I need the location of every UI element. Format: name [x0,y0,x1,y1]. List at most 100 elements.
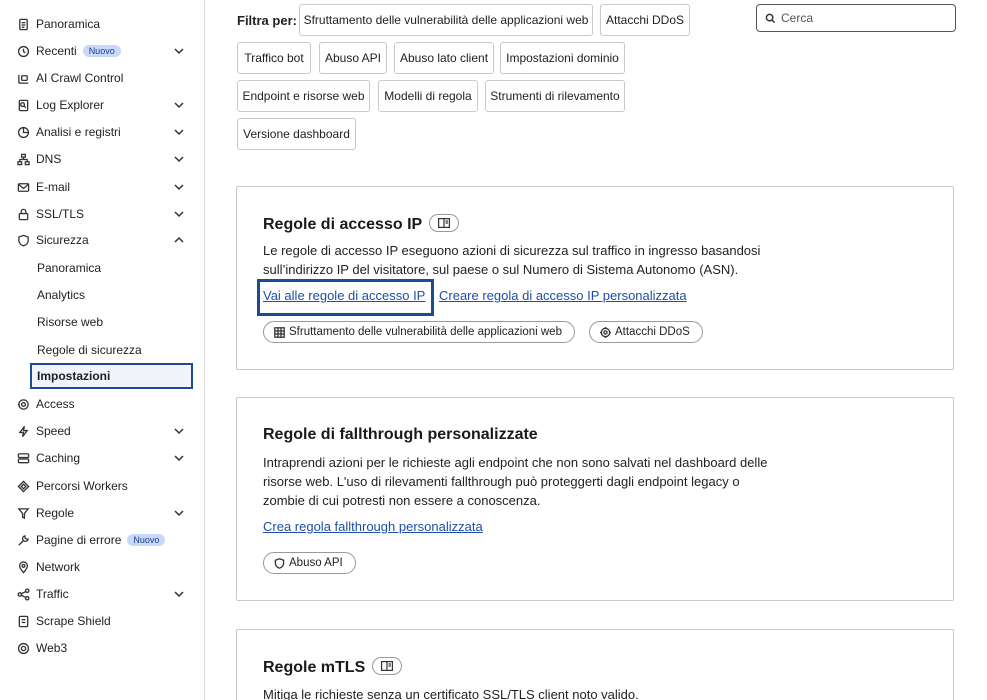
sidebar-item-pagine-di-errore[interactable]: Pagine di errore Nuovo [0,527,205,553]
sidebar-item-label: DNS [36,152,62,166]
sidebar-item-traffic[interactable]: Traffic [0,581,205,607]
workers-icon [16,479,30,493]
tag-api-abuse: Abuso API [263,552,356,574]
docs-button[interactable] [372,657,403,675]
sidebar-item-sicurezza[interactable]: Sicurezza [0,227,205,253]
sidebar-item-label: Sicurezza [36,233,89,247]
email-icon [16,180,30,194]
sidebar-item-label: AI Crawl Control [36,71,124,85]
chevron-down-icon[interactable] [173,153,185,165]
tag-web-app-exploits: Sfruttamento delle vulnerabilità delle a… [263,321,575,343]
location-icon [16,560,30,574]
chevron-down-icon[interactable] [173,208,185,220]
lock-icon [16,207,30,221]
sidebar-subitem-regole-di-sicurezza[interactable]: Regole di sicurezza [30,337,193,363]
chevron-down-icon[interactable] [173,126,185,138]
sidebar-item-access[interactable]: Access [0,391,205,417]
search-input[interactable] [781,11,951,25]
new-badge: Nuovo [82,45,121,57]
sidebar-item-scrape-shield[interactable]: Scrape Shield [0,608,205,634]
sidebar-item-percorsi-workers[interactable]: Percorsi Workers [0,473,205,499]
sidebar-item-network[interactable]: Network [0,554,205,580]
access-icon [16,397,30,411]
sidebar-item-panoramica[interactable]: Panoramica [0,11,205,37]
filter-chip-domain-settings[interactable]: Impostazioni dominio [500,42,625,74]
sidebar-item-dns[interactable]: DNS [0,146,205,172]
sidebar-item-log-explorer[interactable]: Log Explorer [0,92,205,118]
network-tree-icon [16,152,30,166]
sidebar-item-label: E-mail [36,180,71,194]
rules-icon [16,506,30,520]
sidebar-item-speed[interactable]: Speed [0,418,205,444]
chevron-down-icon[interactable] [173,507,185,519]
shield-icon [16,233,30,247]
sidebar-subitem-panoramica[interactable]: Panoramica [30,255,193,281]
sidebar-item-label: Regole [36,506,75,520]
bolt-icon [16,424,30,438]
card-mtls-rules: Regole mTLS Mitiga le richieste senza un… [236,629,954,700]
book-icon [438,218,451,228]
filter-chip-client-side-abuse[interactable]: Abuso lato client [394,42,494,74]
shield-icon [274,557,285,569]
sidebar-item-caching[interactable]: Caching [0,445,205,471]
card-description: Intraprendi azioni per le richieste agli… [263,455,768,508]
chevron-down-icon[interactable] [173,45,185,57]
sidebar-item-label: Recenti [36,44,77,58]
main-content: Filtra per: Sfruttamento delle vulnerabi… [205,0,987,700]
filter-chip-dashboard-version[interactable]: Versione dashboard [237,118,356,150]
sidebar-item-label: Access [36,397,75,411]
filter-chip-web-app-exploits[interactable]: Sfruttamento delle vulnerabilità delle a… [299,4,593,36]
chevron-down-icon[interactable] [173,425,185,437]
create-ip-access-rule-link[interactable]: Creare regola di accesso IP personalizza… [439,288,687,303]
filter-chip-rule-templates[interactable]: Modelli di regola [378,80,478,112]
sidebar-item-label: Traffic [36,587,69,601]
sidebar-item-regole[interactable]: Regole [0,500,205,526]
book-icon [381,661,394,671]
sidebar-item-label: Panoramica [36,17,101,31]
sidebar-item-recenti[interactable]: Recenti Nuovo [0,38,205,64]
sidebar-item-analisi-e-registri[interactable]: Analisi e registri [0,119,205,145]
sidebar-item-label: Log Explorer [36,98,105,112]
sidebar-item-label: Pagine di errore [36,533,122,547]
card-description: Mitiga le richieste senza un certificato… [263,687,639,700]
card-fallthrough-rules: Regole di fallthrough personalizzate Int… [236,397,954,601]
target-icon [600,326,611,338]
filter-chip-endpoints[interactable]: Endpoint e risorse web [237,80,370,112]
filter-chip-ddos[interactable]: Attacchi DDoS [600,4,690,36]
search-box[interactable] [756,4,956,32]
chart-icon [16,125,30,139]
go-to-ip-access-rules-link[interactable]: Vai alle regole di accesso IP [263,288,425,303]
chevron-down-icon[interactable] [173,588,185,600]
search-icon [765,13,776,23]
sidebar-item-label: Caching [36,451,81,465]
sidebar-item-ssl-tls[interactable]: SSL/TLS [0,201,205,227]
filter-chip-bot-traffic[interactable]: Traffico bot [237,42,311,74]
chevron-up-icon[interactable] [173,234,185,246]
docs-button[interactable] [429,214,460,232]
scrape-icon [16,614,30,628]
sidebar-subitem-impostazioni[interactable]: Impostazioni [30,363,193,389]
filter-chip-detection-tools[interactable]: Strumenti di rilevamento [485,80,625,112]
grid-icon [274,326,285,338]
traffic-icon [16,587,30,601]
sidebar: Panoramica Recenti Nuovo AI Crawl Control… [0,0,205,700]
sidebar-item-label: Scrape Shield [36,614,111,628]
database-icon [16,451,30,465]
new-badge: Nuovo [127,534,166,546]
chevron-down-icon[interactable] [173,452,185,464]
sidebar-item-ai-crawl-control[interactable]: AI Crawl Control [0,65,205,91]
sidebar-item-web3[interactable]: Web3 [0,635,205,661]
sidebar-subitem-risorse-web[interactable]: Risorse web [30,309,193,335]
web3-icon [16,641,30,655]
sidebar-item-label: Percorsi Workers [36,479,128,493]
filter-chip-api-abuse[interactable]: Abuso API [319,42,387,74]
chevron-down-icon[interactable] [173,99,185,111]
card-title: Regole di accesso IP [263,216,423,233]
log-icon [16,98,30,112]
sidebar-item-label: SSL/TLS [36,207,85,221]
create-fallthrough-rule-link[interactable]: Crea regola fallthrough personalizzata [263,519,483,534]
chevron-down-icon[interactable] [173,181,185,193]
sidebar-subitem-analytics[interactable]: Analytics [30,282,193,308]
sidebar-item-e-mail[interactable]: E-mail [0,174,205,200]
wrench-icon [16,533,30,547]
